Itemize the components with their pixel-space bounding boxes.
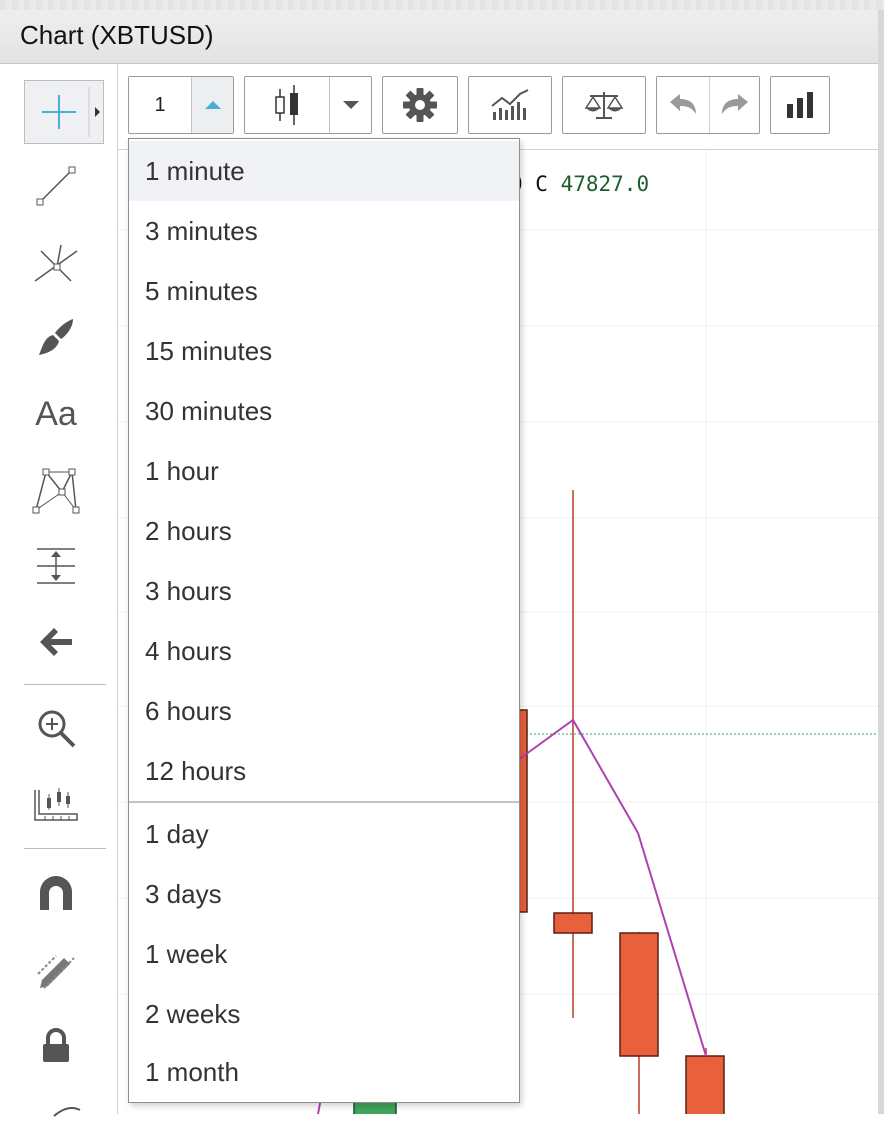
interval-option[interactable]: 1 week (129, 924, 519, 984)
interval-option[interactable]: 6 hours (129, 681, 519, 741)
measure-icon (37, 548, 75, 584)
undo-icon (670, 94, 696, 114)
drawing-toolbar: Aa (0, 64, 118, 1117)
toolbar-divider (24, 848, 106, 849)
brush-tool-button[interactable] (24, 306, 88, 370)
interval-option[interactable]: 12 hours (129, 741, 519, 801)
interval-option[interactable]: 4 hours (129, 621, 519, 681)
menu-divider (129, 801, 519, 803)
interval-option[interactable]: 2 weeks (129, 984, 519, 1044)
pitchfork-tool-button[interactable] (24, 230, 88, 294)
interval-option[interactable]: 5 minutes (129, 261, 519, 321)
brush-icon (39, 319, 73, 355)
interval-option[interactable]: 3 days (129, 864, 519, 924)
chart-style-selector[interactable] (244, 76, 372, 134)
trend-line-tool-button[interactable] (24, 154, 88, 218)
interval-option[interactable]: 3 minutes (129, 201, 519, 261)
magnet-icon (40, 876, 72, 910)
arrow-left-icon (40, 628, 72, 656)
settings-button[interactable] (382, 76, 458, 134)
interval-option[interactable]: 2 hours (129, 501, 519, 561)
redo-button[interactable] (709, 77, 759, 133)
remove-drawings-button[interactable] (24, 610, 88, 674)
volume-icon (787, 92, 813, 118)
interval-option[interactable]: 1 hour (129, 441, 519, 501)
interval-dropdown-menu: 1 minute 3 minutes 5 minutes 15 minutes … (128, 138, 520, 1103)
close-value: 47827.0 (560, 172, 650, 196)
text-icon: Aa (35, 394, 77, 433)
interval-value: 1 (154, 93, 166, 116)
compare-icon (584, 92, 624, 119)
window-title-bar: Chart (XBTUSD) (0, 0, 884, 64)
stay-in-drawing-mode-button[interactable] (24, 938, 88, 1002)
interval-option[interactable]: 3 hours (129, 561, 519, 621)
measure-tool-button[interactable] (24, 534, 88, 598)
lock-icon (43, 1028, 69, 1062)
interval-option[interactable]: 1 day (129, 804, 519, 864)
chart-style-dropdown[interactable] (329, 77, 371, 133)
indicators-icon (491, 89, 529, 120)
gear-icon (403, 88, 437, 122)
undo-redo-group (656, 76, 760, 134)
interval-option[interactable]: 1 minute (129, 141, 519, 201)
interval-option[interactable]: 1 month (129, 1042, 519, 1102)
chevron-down-icon (342, 101, 359, 109)
compare-button[interactable] (562, 76, 646, 134)
lock-tool-button[interactable] (24, 1014, 88, 1078)
ruler-icon (34, 788, 78, 821)
interval-option[interactable]: 15 minutes (129, 321, 519, 381)
indicators-button[interactable] (468, 76, 552, 134)
ohlc-legend: 0 C 47827.0 (510, 172, 649, 196)
magnet-tool-button[interactable] (24, 862, 88, 926)
window-edge (878, 10, 884, 1114)
pitchfork-icon (34, 244, 78, 282)
pattern-tool-button[interactable] (24, 458, 88, 522)
interval-option[interactable]: 30 minutes (129, 381, 519, 441)
ruler-tool-button[interactable] (24, 774, 88, 838)
volume-button[interactable] (770, 76, 830, 134)
toolbar-divider (24, 684, 106, 685)
text-tool-button[interactable]: Aa (24, 382, 88, 446)
zoom-icon (38, 710, 76, 748)
pattern-icon (32, 468, 80, 514)
undo-button[interactable] (657, 77, 709, 133)
redo-icon (721, 94, 748, 114)
trend-line-icon (36, 166, 76, 206)
stay-drawing-icon (37, 955, 75, 989)
crosshair-tool-button[interactable] (24, 80, 104, 144)
interval-dropdown-toggle[interactable] (191, 77, 233, 133)
zoom-tool-button[interactable] (24, 696, 88, 760)
window-title: Chart (XBTUSD) (20, 20, 214, 50)
hide-drawings-icon[interactable] (44, 1100, 84, 1120)
crosshair-icon (42, 87, 100, 137)
interval-selector[interactable]: 1 (128, 76, 234, 134)
caret-up-icon (204, 101, 221, 109)
candlestick-icon (275, 85, 298, 125)
